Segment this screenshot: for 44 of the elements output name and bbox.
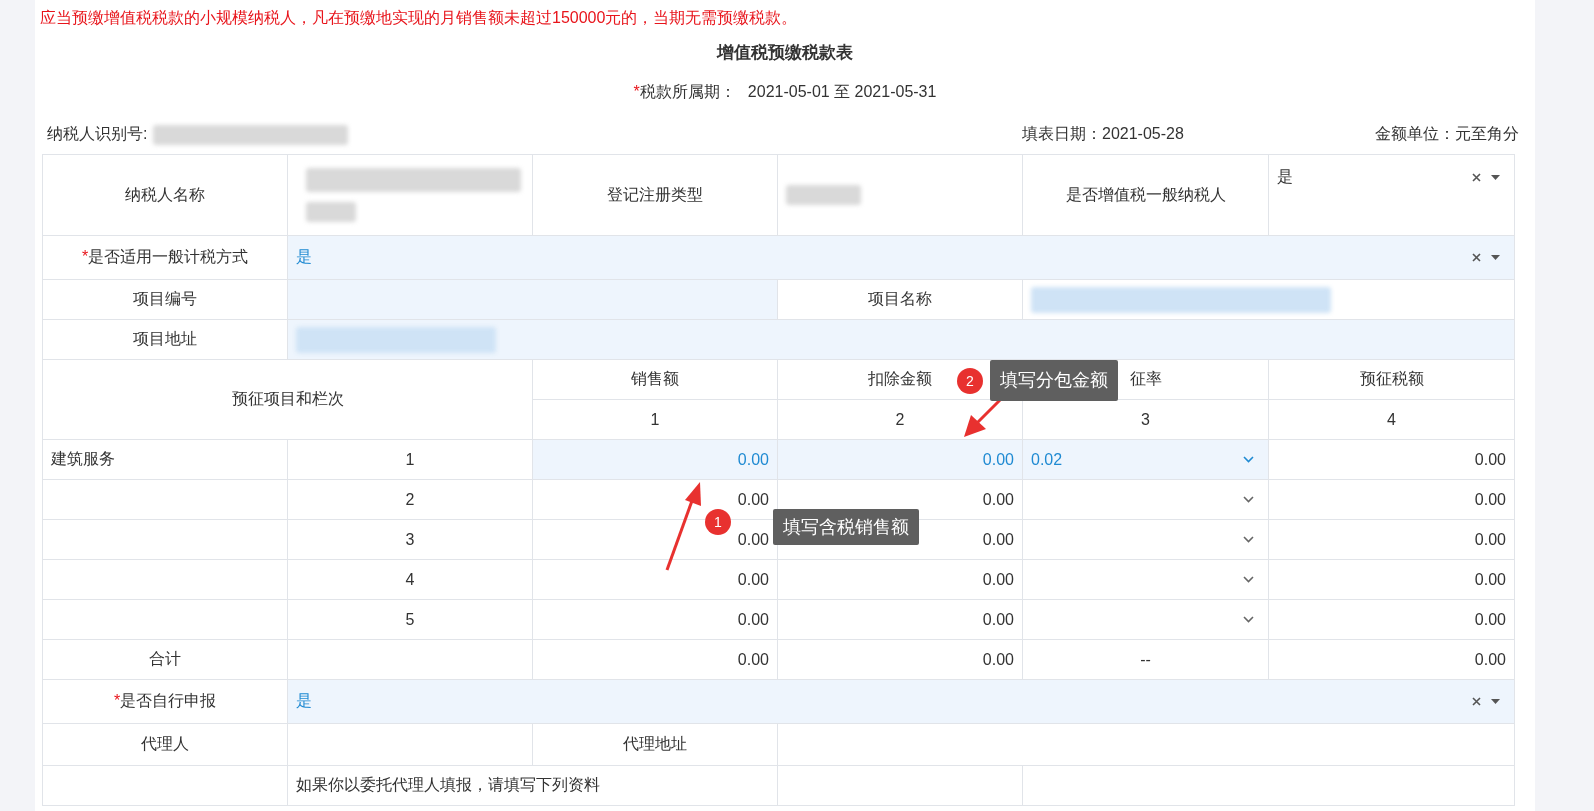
table-cell: 如果你以委托代理人填报，请填写下列资料 [287,765,778,806]
table-cell: 0.00 [1268,439,1515,480]
table-cell: 代理地址 [532,723,778,766]
period-label: 税款所属期： [639,83,736,100]
table-cell: 0.00 [1268,559,1515,600]
table-cell: 纳税人名称 [42,154,288,236]
table-cell: 3 [287,519,533,560]
period-value: 2021-05-01 至 2021-05-31 [747,83,937,100]
table-cell: 0.00 [532,639,778,680]
table-cell: *是否适用一般计税方式 [42,235,288,280]
amount-unit: 金额单位：元至角分 [1375,124,1519,144]
table-cell: 0.00 [777,639,1023,680]
callout-tooltip: 填写分包金额 [990,360,1118,401]
table-cell: 预征项目和栏次 [42,359,533,440]
table-cell: 项目编号 [42,279,288,320]
notice-text: 应当预缴增值税税款的小规模纳税人，凡在预缴地实现的月销售额未超过150000元的，当期无需预缴税款。 [39,8,799,28]
table-cell: 4 [287,559,533,600]
column-number: 1 [532,399,778,440]
table-cell: 0.00 [1268,519,1515,560]
table-cell: 0.00 [1268,599,1515,640]
table-cell: 0.00 [1268,639,1515,680]
table-cell: *是否自行申报 [42,679,288,724]
column-number: 4 [1268,399,1515,440]
table-cell: 合计 [42,639,288,680]
column-header: 销售额 [532,359,778,400]
table-cell: 代理人 [42,723,288,766]
table-cell: 1 [287,439,533,480]
table-cell: 0.00 [1268,479,1515,520]
callout-tooltip: 填写含税销售额 [773,509,919,545]
table-cell: 项目地址 [42,319,288,360]
taxpayer-id-label: 纳税人识别号: [47,124,148,144]
required-mark: * [633,83,640,100]
table-cell: 登记注册类型 [532,154,778,236]
table-cell: 是否增值税一般纳税人 [1022,154,1269,236]
column-header: 预征税额 [1268,359,1515,400]
table-cell: 2 [287,479,533,520]
form-title: 增值税预缴税款表 [715,42,854,64]
table-cell: 项目名称 [777,279,1023,320]
fill-date: 填表日期：2021-05-28 [1022,124,1185,144]
table-cell: 建筑服务 [42,439,288,480]
step-number: 2 [957,368,983,394]
table-cell: 5 [287,599,533,640]
step-number: 1 [705,509,731,535]
table-cell: -- [1022,639,1269,680]
